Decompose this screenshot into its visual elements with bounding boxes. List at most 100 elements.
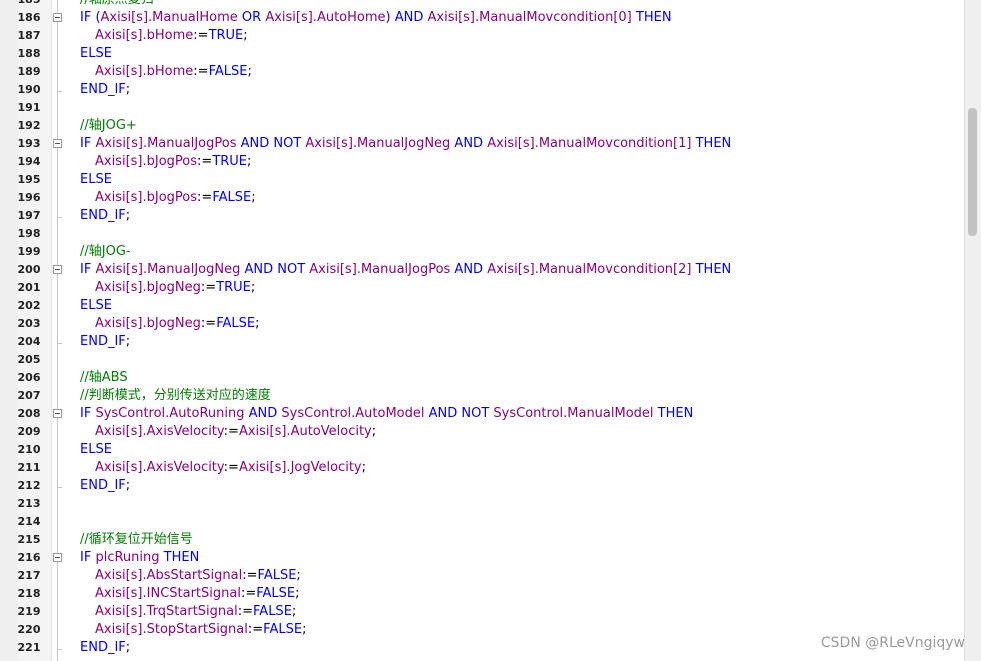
code-text: ELSE xyxy=(80,297,112,315)
code-token: plcRuning xyxy=(95,550,160,565)
code-token: //循环复位开始信号 xyxy=(80,532,193,547)
code-line[interactable]: 200 IF Axisi[s].ManualJogNeg AND NOT Axis… xyxy=(18,261,962,279)
code-token: ; xyxy=(247,154,252,169)
code-line[interactable]: 217 Axisi[s].AbsStartSignal:=FALSE; xyxy=(18,567,962,585)
code-token: FALSE xyxy=(263,622,303,637)
code-line[interactable]: 204 END_IF; xyxy=(18,333,962,351)
code-line[interactable]: 197 END_IF; xyxy=(18,207,962,225)
code-editor[interactable]: 185//轴原点复归186IF (Axisi[s].ManualHome OR … xyxy=(0,0,981,661)
code-token: Axisi[s].AutoHome xyxy=(265,10,386,25)
code-line[interactable]: 203 Axisi[s].bJogNeg:=FALSE; xyxy=(18,315,962,333)
line-number: 190 xyxy=(17,83,41,96)
code-text: IF Axisi[s].ManualJogNeg AND NOT Axisi[s… xyxy=(80,261,731,279)
code-token: TRUE xyxy=(208,28,244,43)
code-line[interactable]: 206 //轴ABS xyxy=(18,369,962,387)
line-number: 196 xyxy=(17,191,41,204)
code-token: FALSE xyxy=(257,568,297,583)
scrollbar-thumb[interactable] xyxy=(968,108,977,236)
code-line[interactable]: 219 Axisi[s].TrqStartSignal:=FALSE; xyxy=(18,603,962,621)
code-token: ELSE xyxy=(80,298,112,313)
code-token: IF xyxy=(80,406,96,421)
code-line[interactable]: 209 Axisi[s].AxisVelocity:=Axisi[s].AutoV… xyxy=(18,423,962,441)
code-text: ELSE xyxy=(80,171,112,189)
code-line[interactable]: 207 //判断模式，分别传送对应的速度 xyxy=(18,387,962,405)
code-text: Axisi[s].StopStartSignal:=FALSE; xyxy=(80,621,306,639)
code-token: ELSE xyxy=(80,172,112,187)
code-line[interactable]: 194 Axisi[s].bJogPos:=TRUE; xyxy=(18,153,962,171)
code-token: ; xyxy=(291,604,297,619)
code-text: Axisi[s].bJogNeg:=FALSE; xyxy=(80,315,259,333)
code-line[interactable]: 196 Axisi[s].bJogPos:=FALSE; xyxy=(18,189,962,207)
code-line[interactable]: 201 Axisi[s].bJogNeg:=TRUE; xyxy=(18,279,962,297)
code-line[interactable]: 190 END_IF; xyxy=(18,81,962,99)
line-number: 207 xyxy=(17,389,41,402)
collapse-icon[interactable] xyxy=(53,13,62,22)
code-text: Axisi[s].bJogNeg:=TRUE; xyxy=(80,279,255,297)
code-line[interactable]: 188 ELSE xyxy=(18,45,962,63)
code-token: FALSE xyxy=(208,64,248,79)
code-token: TRUE xyxy=(212,154,248,169)
code-token: THEN xyxy=(691,262,732,277)
code-token: ; xyxy=(295,586,300,601)
code-token: FALSE xyxy=(212,190,252,205)
code-line[interactable]: 211 Axisi[s].AxisVelocity:=Axisi[s].JogVe… xyxy=(18,459,962,477)
code-line[interactable]: 193 IF Axisi[s].ManualJogPos AND NOT Axis… xyxy=(18,135,962,153)
code-token: ) AND xyxy=(385,10,428,25)
line-number: 202 xyxy=(17,299,41,312)
code-line[interactable]: 215 //循环复位开始信号 xyxy=(18,531,962,549)
code-line[interactable]: 192 //轴JOG+ xyxy=(18,117,962,135)
collapse-icon[interactable] xyxy=(53,553,62,562)
code-token: ; xyxy=(250,280,256,295)
line-number: 220 xyxy=(17,623,41,636)
code-line[interactable]: 187 Axisi[s].bHome:=TRUE; xyxy=(18,27,962,45)
collapse-icon[interactable] xyxy=(53,409,62,418)
code-token: := xyxy=(237,604,254,619)
code-area[interactable]: 185//轴原点复归 186 IF (Axisi[s].ManualHome OR … xyxy=(18,0,962,657)
code-line[interactable]: 191 xyxy=(18,99,962,117)
code-line[interactable]: 195 ELSE xyxy=(18,171,962,189)
line-number: 186 xyxy=(17,11,41,24)
code-line[interactable]: 214 xyxy=(18,513,962,531)
line-number: 203 xyxy=(17,317,41,330)
line-number: 197 xyxy=(17,209,41,222)
code-line[interactable]: 198 xyxy=(18,225,962,243)
line-number: 217 xyxy=(17,569,41,582)
code-line[interactable]: 213 xyxy=(18,495,962,513)
code-token: Axisi[s].StopStartSignal xyxy=(95,622,248,637)
vertical-scrollbar[interactable] xyxy=(964,0,981,661)
code-text: Axisi[s].AbsStartSignal:=FALSE; xyxy=(80,567,301,585)
code-line[interactable]: 199 //轴JOG- xyxy=(18,243,962,261)
line-number: 198 xyxy=(17,227,41,240)
code-text: IF SysControl.AutoRuning AND SysControl.… xyxy=(80,405,693,423)
code-text: END_IF; xyxy=(80,333,130,351)
code-token: FALSE xyxy=(216,316,256,331)
code-token: END_IF xyxy=(80,478,126,493)
code-line[interactable]: 210 ELSE xyxy=(18,441,962,459)
watermark: CSDN @RLeVngiqyw xyxy=(820,635,965,651)
code-line[interactable]: 186 IF (Axisi[s].ManualHome OR Axisi[s].A… xyxy=(18,9,962,27)
code-line[interactable]: 205 xyxy=(18,351,962,369)
code-token: AND NOT xyxy=(236,136,306,151)
code-line[interactable]: 208 IF SysControl.AutoRuning AND SysContr… xyxy=(18,405,962,423)
code-line[interactable]: 189 Axisi[s].bHome:=FALSE; xyxy=(18,63,962,81)
code-token: := xyxy=(223,460,239,475)
code-token: ; xyxy=(125,208,131,223)
code-line[interactable]: 212 END_IF; xyxy=(18,477,962,495)
line-number: 211 xyxy=(17,461,41,474)
code-line[interactable]: 202 ELSE xyxy=(18,297,962,315)
code-token: FALSE xyxy=(256,586,296,601)
code-text: ELSE xyxy=(80,45,112,63)
code-line[interactable]: 218 Axisi[s].INCStartSignal:=FALSE; xyxy=(18,585,962,603)
code-text: //轴ABS xyxy=(80,369,128,387)
code-token: Axisi[s].ManualJogNeg xyxy=(95,262,241,277)
code-token: TRUE xyxy=(216,280,251,295)
code-line[interactable]: 185//轴原点复归 xyxy=(18,0,962,9)
collapse-icon[interactable] xyxy=(53,265,62,274)
code-text: Axisi[s].bHome:=TRUE; xyxy=(80,27,248,45)
code-line[interactable]: 216 IF plcRuning THEN xyxy=(18,549,962,567)
code-token: Axisi[s].AxisVelocity xyxy=(95,424,224,439)
code-token: ; xyxy=(302,622,307,637)
collapse-icon[interactable] xyxy=(53,139,62,148)
line-number: 218 xyxy=(17,587,41,600)
line-number: 201 xyxy=(17,281,41,294)
